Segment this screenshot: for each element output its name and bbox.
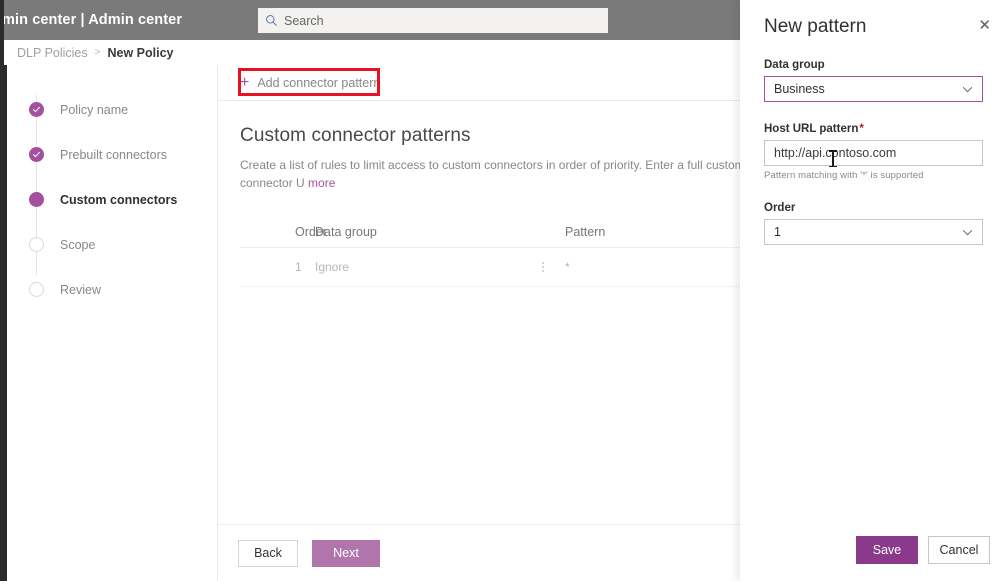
panel-footer: Save Cancel: [740, 519, 1007, 581]
chevron-down-icon: [962, 86, 973, 93]
sidebar-item-prebuilt-connectors[interactable]: Prebuilt connectors: [7, 132, 217, 177]
data-group-field: Data group Business: [740, 59, 1007, 102]
window-left-edge-lower: [4, 65, 7, 581]
check-circle-icon: [29, 102, 44, 117]
sidebar-item-policy-name[interactable]: Policy name: [7, 87, 217, 132]
cancel-button[interactable]: Cancel: [928, 536, 990, 564]
sidebar-item-label: Policy name: [60, 102, 129, 117]
connector-patterns-table: Order Data group Pattern 1 Ignore *: [240, 217, 740, 287]
plus-icon: +: [240, 73, 250, 91]
host-url-label-text: Host URL pattern: [764, 123, 859, 135]
add-connector-pattern-label: Add connector pattern: [257, 75, 381, 90]
panel-title: New pattern: [764, 16, 867, 37]
data-group-value: Business: [774, 82, 825, 96]
required-marker: *: [859, 123, 864, 135]
search-input[interactable]: [284, 13, 584, 28]
sidebar-item-label: Prebuilt connectors: [60, 147, 168, 162]
close-icon[interactable]: ✕: [976, 14, 993, 37]
next-button[interactable]: Next: [312, 539, 380, 567]
sidebar-item-label: Review: [60, 282, 101, 297]
order-field: Order 1: [740, 202, 1007, 245]
more-vertical-icon: [541, 262, 544, 272]
command-bar: + Add connector pattern: [218, 65, 740, 101]
host-url-hint: Pattern matching with '*' is supported: [764, 170, 924, 181]
sidebar-item-label: Custom connectors: [60, 192, 178, 207]
breadcrumb-item-dlp-policies[interactable]: DLP Policies: [17, 46, 88, 60]
host-url-input[interactable]: [765, 145, 982, 161]
sidebar-item-review[interactable]: Review: [7, 267, 217, 312]
wizard-step-navigation: Policy name Prebuilt connectors Custom c…: [7, 65, 218, 581]
row-actions-button[interactable]: [520, 262, 565, 272]
cell-pattern: *: [565, 260, 570, 274]
empty-circle-icon: [29, 237, 44, 252]
custom-connector-patterns-section: Custom connector patterns Create a list …: [218, 101, 745, 287]
table-header-row: Order Data group Pattern: [240, 217, 740, 248]
save-button[interactable]: Save: [856, 536, 918, 564]
order-value: 1: [774, 225, 781, 239]
cell-order: 1: [295, 260, 302, 274]
empty-circle-icon: [29, 282, 44, 297]
learn-more-link[interactable]: more: [308, 176, 335, 190]
data-group-dropdown[interactable]: Business: [764, 76, 983, 102]
sidebar-item-scope[interactable]: Scope: [7, 222, 217, 267]
global-search-box[interactable]: [258, 8, 608, 33]
column-header-pattern[interactable]: Pattern: [565, 225, 685, 239]
add-connector-pattern-button[interactable]: + Add connector pattern: [232, 69, 388, 97]
host-url-field: Host URL pattern* Pattern matching with …: [740, 123, 1007, 181]
new-pattern-panel: New pattern ✕ Data group Business Host U…: [740, 0, 1007, 581]
breadcrumb-item-new-policy: New Policy: [107, 45, 174, 60]
host-url-label: Host URL pattern*: [764, 123, 983, 135]
data-group-label: Data group: [764, 59, 825, 71]
column-header-order[interactable]: Order: [240, 225, 327, 239]
main-content-panel: + Add connector pattern Custom connector…: [218, 65, 745, 581]
back-button[interactable]: Back: [238, 539, 298, 567]
section-description: Create a list of rules to limit access t…: [240, 156, 745, 192]
check-circle-icon: [29, 147, 44, 162]
column-header-data-group[interactable]: Data group: [315, 225, 520, 239]
sidebar-item-custom-connectors[interactable]: Custom connectors: [7, 177, 217, 222]
wizard-footer: Back Next: [218, 524, 740, 581]
suite-title: min center | Admin center: [2, 12, 183, 28]
search-icon: [258, 14, 284, 27]
host-url-textbox[interactable]: [764, 140, 983, 166]
order-dropdown[interactable]: 1: [764, 219, 983, 245]
table-row[interactable]: 1 Ignore *: [240, 248, 740, 287]
chevron-down-icon: [962, 229, 973, 236]
breadcrumb-separator: >: [94, 47, 101, 58]
cell-data-group: Ignore: [315, 260, 350, 274]
panel-header: New pattern ✕: [740, 0, 1007, 38]
active-step-dot-icon: [29, 192, 44, 207]
section-title: Custom connector patterns: [240, 125, 471, 146]
order-label: Order: [764, 202, 796, 214]
sidebar-item-label: Scope: [60, 237, 96, 252]
